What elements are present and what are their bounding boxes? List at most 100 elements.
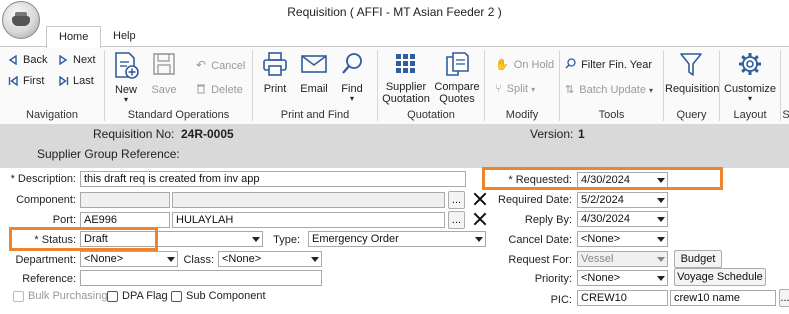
back-button[interactable]: Back — [8, 54, 47, 66]
description-label: * Description: — [10, 173, 76, 185]
priority-label: Priority: — [534, 273, 572, 285]
sub-component-label: Sub Component — [186, 290, 266, 302]
app-logo-icon — [12, 12, 30, 26]
supplier-quotation-label-1: Supplier — [385, 81, 427, 93]
required-date-label: Required Date: — [498, 194, 572, 206]
ribbon: Back Next First Last Navigation New ▾ Sa… — [0, 46, 789, 125]
bulk-purchasing-checkbox[interactable] — [13, 291, 24, 302]
on-hold-button[interactable]: ✋ On Hold — [495, 58, 554, 71]
pic-name-field[interactable]: crew10 name — [670, 290, 776, 306]
search-filter-icon — [565, 58, 576, 69]
cancel-date-field[interactable]: <None> — [577, 231, 668, 247]
split-button[interactable]: ⑂ Split ▾ — [495, 83, 535, 95]
port-lookup-button[interactable]: ... — [448, 211, 465, 229]
cancel-label: Cancel — [211, 60, 246, 72]
version-value: 1 — [578, 127, 585, 141]
query-group-label: Query — [676, 109, 707, 121]
chevron-down-icon — [653, 232, 667, 246]
chevron-down-icon — [653, 212, 667, 226]
pic-label: PIC: — [550, 294, 572, 306]
request-for-select[interactable]: Vessel — [577, 251, 668, 267]
type-label: Type: — [273, 234, 300, 246]
supplier-quotation-label-2: Quotation — [382, 93, 430, 105]
sub-component-checkbox[interactable] — [171, 291, 182, 302]
component-label: Component: — [16, 194, 76, 206]
print-button[interactable]: Print — [258, 51, 292, 95]
grid-list-icon — [396, 54, 415, 73]
filter-fin-year-button[interactable]: Filter Fin. Year — [565, 58, 652, 71]
delete-button[interactable]: Delete — [196, 83, 243, 96]
compare-quotes-label-1: Compare — [434, 81, 480, 93]
supplier-group-reference-label: Supplier Group Reference: — [37, 147, 180, 161]
first-icon — [8, 76, 18, 86]
request-for-label: Request For: — [508, 254, 572, 266]
save-button[interactable]: Save — [148, 51, 180, 96]
dpa-flag-checkbox[interactable] — [107, 291, 118, 302]
batch-update-icon: ⇅ — [565, 84, 575, 96]
chevron-down-icon — [653, 252, 667, 266]
tab-help[interactable]: Help — [101, 26, 148, 46]
chevron-down-icon — [653, 193, 667, 207]
next-arrow-icon — [59, 55, 68, 65]
tab-home[interactable]: Home — [46, 26, 102, 48]
email-button[interactable]: Email — [297, 51, 331, 95]
reference-label: Reference: — [22, 273, 76, 285]
email-label: Email — [300, 83, 328, 95]
find-button[interactable]: Find ▾ — [336, 51, 368, 103]
customize-button[interactable]: Customize ▾ — [722, 51, 778, 103]
gear-icon — [739, 53, 761, 75]
new-document-icon — [115, 52, 139, 79]
bulk-purchasing-label: Bulk Purchasing — [28, 290, 108, 302]
save-label: Save — [151, 84, 177, 96]
voyage-schedule-button[interactable]: Voyage Schedule — [674, 268, 766, 286]
reference-field[interactable] — [80, 270, 322, 286]
requisition-query-button[interactable]: Requisition — [665, 51, 720, 95]
pic-lookup-button[interactable]: ... — [779, 289, 789, 307]
delete-label: Delete — [211, 84, 243, 96]
reply-by-label: Reply By: — [524, 214, 572, 226]
class-value: <None> — [222, 253, 262, 265]
requested-highlight — [482, 167, 723, 190]
next-button[interactable]: Next — [58, 54, 96, 66]
cancel-button[interactable]: ↶ Cancel — [196, 58, 245, 72]
first-label: First — [23, 75, 45, 87]
priority-select[interactable]: <None> — [577, 270, 668, 286]
quotation-group-label: Quotation — [407, 109, 455, 121]
component-code-field[interactable] — [80, 192, 170, 208]
component-lookup-button[interactable]: ... — [448, 191, 465, 209]
standard-operations-group-label: Standard Operations — [127, 109, 230, 121]
reply-by-field[interactable]: 4/30/2024 — [577, 211, 668, 227]
type-select[interactable]: Emergency Order — [308, 231, 486, 247]
port-code-field[interactable]: AE996 — [80, 212, 170, 228]
port-label: Port: — [52, 214, 76, 226]
reply-by-value: 4/30/2024 — [581, 213, 630, 225]
hand-icon: ✋ — [495, 59, 509, 71]
department-select[interactable]: <None> — [80, 251, 178, 267]
budget-button[interactable]: Budget — [674, 250, 722, 268]
funnel-icon — [680, 53, 702, 76]
required-date-value: 5/2/2024 — [581, 194, 624, 206]
port-name-field[interactable]: HULAYLAH — [172, 212, 445, 228]
pic-code-field[interactable]: CREW10 — [577, 290, 668, 306]
last-button[interactable]: Last — [58, 75, 94, 87]
dpa-flag-label: DPA Flag — [122, 290, 168, 302]
last-icon — [59, 76, 69, 86]
chevron-down-icon — [248, 232, 262, 246]
first-button[interactable]: First — [8, 75, 44, 87]
class-select[interactable]: <None> — [218, 251, 322, 267]
component-name-field[interactable] — [172, 192, 445, 208]
new-button[interactable]: New ▾ — [110, 51, 142, 104]
supplier-quotation-button[interactable]: Supplier Quotation — [381, 51, 431, 105]
required-date-field[interactable]: 5/2/2024 — [577, 192, 668, 208]
compare-quotes-button[interactable]: Compare Quotes — [434, 51, 480, 105]
chevron-down-icon — [307, 252, 321, 266]
requisition-query-label: Requisition — [665, 83, 720, 95]
last-label: Last — [73, 75, 94, 87]
overflow-group-label: S — [782, 109, 789, 121]
requisition-no-value: 24R-0005 — [181, 127, 234, 141]
chevron-down-icon — [653, 271, 667, 285]
batch-update-button[interactable]: ⇅ Batch Update ▾ — [565, 83, 653, 96]
trash-icon — [197, 84, 205, 94]
description-field[interactable]: this draft req is created from inv app — [80, 171, 466, 187]
application-menu-button[interactable] — [2, 1, 40, 39]
